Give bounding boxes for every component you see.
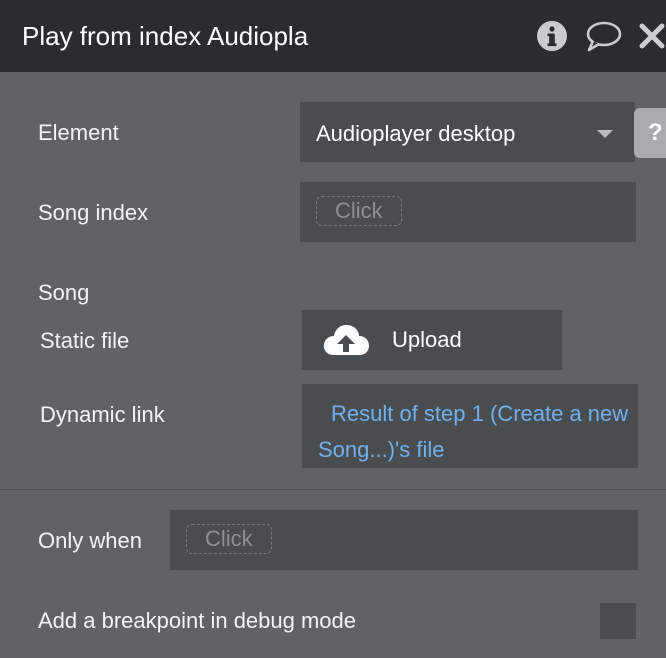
- cloud-upload-icon: [322, 323, 370, 362]
- only-when-label: Only when: [38, 528, 142, 553]
- song-index-field[interactable]: Click: [300, 182, 636, 242]
- divider: [0, 489, 666, 490]
- dynamic-link-label: Dynamic link: [40, 402, 165, 427]
- help-button[interactable]: ?: [634, 108, 666, 158]
- element-dropdown-value: Audioplayer desktop: [316, 121, 516, 146]
- dynamic-link-field[interactable]: Result of step 1 (Create a new Song...)'…: [302, 384, 638, 468]
- info-icon[interactable]: [536, 20, 568, 52]
- element-label: Element: [38, 120, 119, 145]
- panel-header: Play from index Audiopla: [0, 0, 666, 72]
- upload-button[interactable]: Upload: [302, 310, 562, 370]
- comment-icon[interactable]: [584, 20, 622, 52]
- close-icon[interactable]: [638, 20, 666, 52]
- breakpoint-checkbox[interactable]: [600, 603, 636, 639]
- static-file-label: Static file: [40, 328, 130, 353]
- element-dropdown[interactable]: Audioplayer desktop: [300, 102, 635, 162]
- dynamic-link-expression[interactable]: Result of step 1 (Create a new Song...)'…: [318, 396, 630, 468]
- song-index-label: Song index: [38, 200, 149, 225]
- only-when-field[interactable]: Click: [170, 510, 638, 570]
- song-label: Song: [38, 280, 90, 305]
- panel-title: Play from index Audiopla: [22, 21, 309, 51]
- upload-button-label: Upload: [392, 327, 462, 352]
- breakpoint-label: Add a breakpoint in debug mode: [38, 608, 357, 633]
- song-index-click-placeholder[interactable]: Click: [316, 196, 402, 226]
- chevron-down-icon: [597, 130, 613, 138]
- only-when-click-placeholder[interactable]: Click: [186, 524, 272, 554]
